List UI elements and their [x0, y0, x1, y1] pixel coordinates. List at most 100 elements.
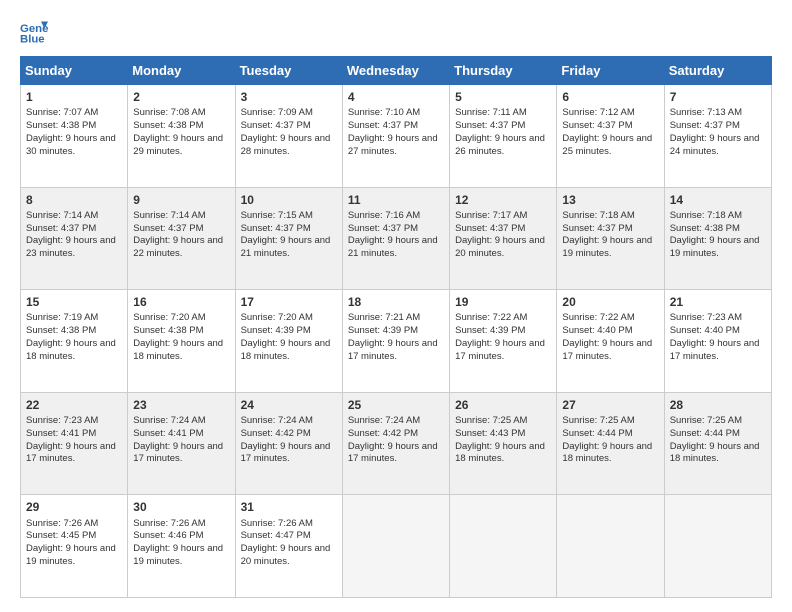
day-info: Sunrise: 7:10 AMSunset: 4:37 PMDaylight:…	[348, 107, 438, 156]
day-number: 19	[455, 294, 551, 310]
calendar-cell: 31 Sunrise: 7:26 AMSunset: 4:47 PMDayligh…	[235, 495, 342, 598]
day-number: 14	[670, 192, 766, 208]
logo-icon: General Blue	[20, 18, 48, 46]
calendar-cell: 8Sunrise: 7:14 AMSunset: 4:37 PMDaylight…	[21, 187, 128, 290]
day-info: Sunrise: 7:08 AMSunset: 4:38 PMDaylight:…	[133, 107, 223, 156]
calendar-cell: 1 Sunrise: 7:07 AMSunset: 4:38 PMDaylight…	[21, 85, 128, 188]
weekday-header-tuesday: Tuesday	[235, 57, 342, 85]
day-info: Sunrise: 7:25 AMSunset: 4:44 PMDaylight:…	[670, 415, 760, 464]
day-info: Sunrise: 7:16 AMSunset: 4:37 PMDaylight:…	[348, 210, 438, 259]
day-info: Sunrise: 7:22 AMSunset: 4:39 PMDaylight:…	[455, 312, 545, 361]
calendar-cell: 22Sunrise: 7:23 AMSunset: 4:41 PMDayligh…	[21, 392, 128, 495]
calendar-cell: 30 Sunrise: 7:26 AMSunset: 4:46 PMDayligh…	[128, 495, 235, 598]
day-number: 4	[348, 89, 444, 105]
day-info: Sunrise: 7:12 AMSunset: 4:37 PMDaylight:…	[562, 107, 652, 156]
day-number: 3	[241, 89, 337, 105]
day-number: 5	[455, 89, 551, 105]
day-info: Sunrise: 7:07 AMSunset: 4:38 PMDaylight:…	[26, 107, 116, 156]
day-number: 23	[133, 397, 229, 413]
calendar-cell: 6 Sunrise: 7:12 AMSunset: 4:37 PMDaylight…	[557, 85, 664, 188]
page: General Blue SundayMondayTuesdayWednesda…	[0, 0, 792, 612]
day-number: 2	[133, 89, 229, 105]
day-number: 31	[241, 499, 337, 515]
day-info: Sunrise: 7:21 AMSunset: 4:39 PMDaylight:…	[348, 312, 438, 361]
day-info: Sunrise: 7:18 AMSunset: 4:37 PMDaylight:…	[562, 210, 652, 259]
svg-text:Blue: Blue	[20, 34, 45, 46]
day-info: Sunrise: 7:23 AMSunset: 4:40 PMDaylight:…	[670, 312, 760, 361]
day-number: 16	[133, 294, 229, 310]
day-number: 24	[241, 397, 337, 413]
day-number: 29	[26, 499, 122, 515]
calendar-cell	[664, 495, 771, 598]
calendar-week-row: 15 Sunrise: 7:19 AMSunset: 4:38 PMDayligh…	[21, 290, 772, 393]
day-number: 27	[562, 397, 658, 413]
calendar-cell: 18 Sunrise: 7:21 AMSunset: 4:39 PMDayligh…	[342, 290, 449, 393]
day-number: 30	[133, 499, 229, 515]
weekday-header-friday: Friday	[557, 57, 664, 85]
day-number: 15	[26, 294, 122, 310]
day-number: 6	[562, 89, 658, 105]
calendar-cell: 23Sunrise: 7:24 AMSunset: 4:41 PMDayligh…	[128, 392, 235, 495]
day-number: 22	[26, 397, 122, 413]
calendar-cell: 17 Sunrise: 7:20 AMSunset: 4:39 PMDayligh…	[235, 290, 342, 393]
day-number: 18	[348, 294, 444, 310]
calendar-cell: 14Sunrise: 7:18 AMSunset: 4:38 PMDayligh…	[664, 187, 771, 290]
day-info: Sunrise: 7:11 AMSunset: 4:37 PMDaylight:…	[455, 107, 545, 156]
calendar-cell: 25 Sunrise: 7:24 AMSunset: 4:42 PMDayligh…	[342, 392, 449, 495]
calendar-cell: 21 Sunrise: 7:23 AMSunset: 4:40 PMDayligh…	[664, 290, 771, 393]
day-number: 12	[455, 192, 551, 208]
calendar-week-row: 8 Sunrise: 7:14 AMSunset: 4:37 PMDaylight…	[21, 187, 772, 290]
day-number: 17	[241, 294, 337, 310]
day-info: Sunrise: 7:20 AMSunset: 4:38 PMDaylight:…	[133, 312, 223, 361]
calendar-cell: 16 Sunrise: 7:20 AMSunset: 4:38 PMDayligh…	[128, 290, 235, 393]
calendar-cell: 24 Sunrise: 7:24 AMSunset: 4:42 PMDayligh…	[235, 392, 342, 495]
calendar-week-row: 29 Sunrise: 7:26 AMSunset: 4:45 PMDayligh…	[21, 495, 772, 598]
day-number: 11	[348, 192, 444, 208]
day-info: Sunrise: 7:25 AMSunset: 4:43 PMDaylight:…	[455, 415, 545, 464]
calendar-cell: 15 Sunrise: 7:19 AMSunset: 4:38 PMDayligh…	[21, 290, 128, 393]
day-info: Sunrise: 7:26 AMSunset: 4:47 PMDaylight:…	[241, 518, 331, 567]
weekday-header-wednesday: Wednesday	[342, 57, 449, 85]
day-info: Sunrise: 7:09 AMSunset: 4:37 PMDaylight:…	[241, 107, 331, 156]
header: General Blue	[20, 18, 772, 46]
day-info: Sunrise: 7:22 AMSunset: 4:40 PMDaylight:…	[562, 312, 652, 361]
calendar-cell: 11 Sunrise: 7:16 AMSunset: 4:37 PMDayligh…	[342, 187, 449, 290]
day-info: Sunrise: 7:20 AMSunset: 4:39 PMDaylight:…	[241, 312, 331, 361]
day-number: 25	[348, 397, 444, 413]
calendar-cell: 13 Sunrise: 7:18 AMSunset: 4:37 PMDayligh…	[557, 187, 664, 290]
logo: General Blue	[20, 18, 52, 46]
calendar-cell: 26 Sunrise: 7:25 AMSunset: 4:43 PMDayligh…	[450, 392, 557, 495]
day-number: 26	[455, 397, 551, 413]
weekday-header-sunday: Sunday	[21, 57, 128, 85]
day-info: Sunrise: 7:26 AMSunset: 4:45 PMDaylight:…	[26, 518, 116, 567]
day-info: Sunrise: 7:14 AMSunset: 4:37 PMDaylight:…	[133, 210, 223, 259]
calendar-cell: 4 Sunrise: 7:10 AMSunset: 4:37 PMDaylight…	[342, 85, 449, 188]
calendar-cell	[342, 495, 449, 598]
calendar-cell: 2 Sunrise: 7:08 AMSunset: 4:38 PMDaylight…	[128, 85, 235, 188]
day-number: 1	[26, 89, 122, 105]
day-info: Sunrise: 7:17 AMSunset: 4:37 PMDaylight:…	[455, 210, 545, 259]
calendar-cell: 9 Sunrise: 7:14 AMSunset: 4:37 PMDaylight…	[128, 187, 235, 290]
day-number: 8	[26, 192, 122, 208]
day-info: Sunrise: 7:25 AMSunset: 4:44 PMDaylight:…	[562, 415, 652, 464]
day-info: Sunrise: 7:24 AMSunset: 4:42 PMDaylight:…	[348, 415, 438, 464]
day-number: 21	[670, 294, 766, 310]
calendar-cell: 12 Sunrise: 7:17 AMSunset: 4:37 PMDayligh…	[450, 187, 557, 290]
weekday-header-thursday: Thursday	[450, 57, 557, 85]
calendar-cell: 29 Sunrise: 7:26 AMSunset: 4:45 PMDayligh…	[21, 495, 128, 598]
calendar-week-row: 22Sunrise: 7:23 AMSunset: 4:41 PMDayligh…	[21, 392, 772, 495]
day-number: 7	[670, 89, 766, 105]
calendar-cell: 3 Sunrise: 7:09 AMSunset: 4:37 PMDaylight…	[235, 85, 342, 188]
day-info: Sunrise: 7:24 AMSunset: 4:42 PMDaylight:…	[241, 415, 331, 464]
calendar-table: SundayMondayTuesdayWednesdayThursdayFrid…	[20, 56, 772, 598]
day-info: Sunrise: 7:13 AMSunset: 4:37 PMDaylight:…	[670, 107, 760, 156]
calendar-cell	[450, 495, 557, 598]
calendar-cell: 7 Sunrise: 7:13 AMSunset: 4:37 PMDaylight…	[664, 85, 771, 188]
day-number: 13	[562, 192, 658, 208]
day-info: Sunrise: 7:15 AMSunset: 4:37 PMDaylight:…	[241, 210, 331, 259]
day-info: Sunrise: 7:26 AMSunset: 4:46 PMDaylight:…	[133, 518, 223, 567]
day-info: Sunrise: 7:19 AMSunset: 4:38 PMDaylight:…	[26, 312, 116, 361]
weekday-header-row: SundayMondayTuesdayWednesdayThursdayFrid…	[21, 57, 772, 85]
day-number: 9	[133, 192, 229, 208]
calendar-cell: 5 Sunrise: 7:11 AMSunset: 4:37 PMDaylight…	[450, 85, 557, 188]
